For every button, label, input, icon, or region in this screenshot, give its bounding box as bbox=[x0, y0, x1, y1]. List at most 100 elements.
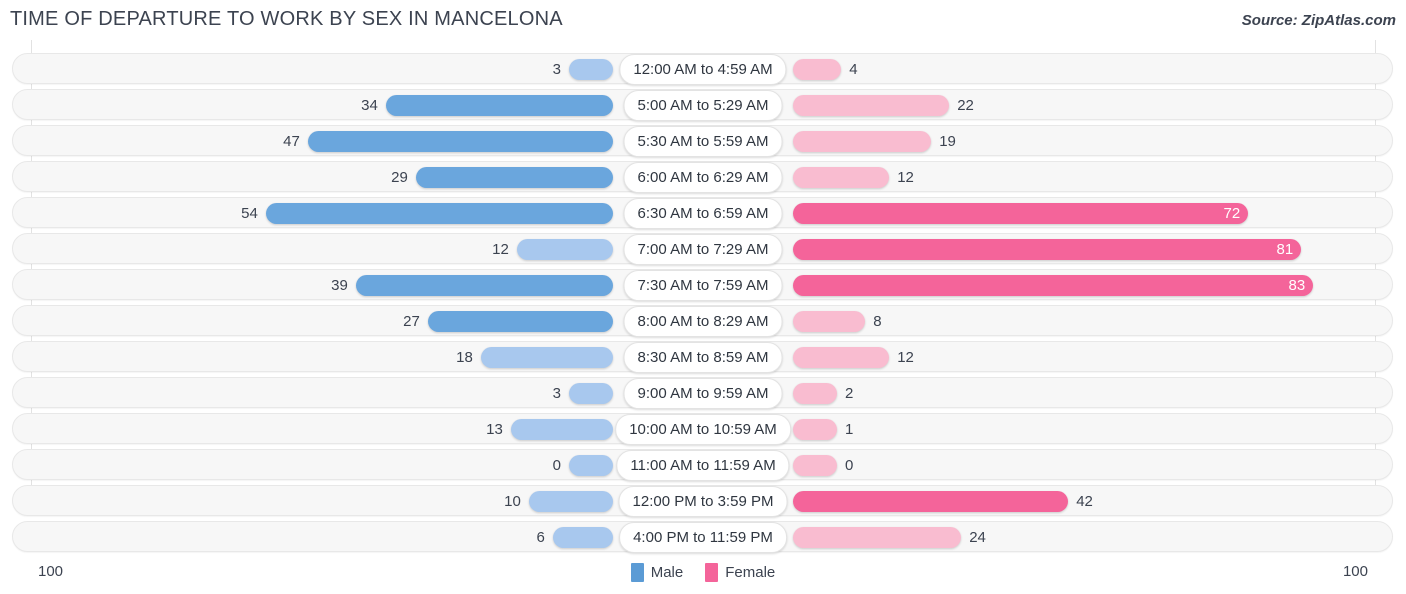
category-label: 9:00 AM to 9:59 AM bbox=[623, 378, 783, 409]
female-bar[interactable] bbox=[793, 203, 1249, 224]
female-bar[interactable] bbox=[793, 419, 837, 440]
chart-row: 6 24 4:00 PM to 11:59 PM bbox=[0, 519, 1406, 555]
category-label: 11:00 AM to 11:59 AM bbox=[616, 450, 790, 481]
category-label: 5:00 AM to 5:29 AM bbox=[623, 90, 783, 121]
chart-footer: 100 100 Male Female bbox=[0, 555, 1406, 594]
male-value-label: 13 bbox=[486, 421, 503, 438]
female-value-label: 12 bbox=[897, 169, 914, 186]
category-label: 12:00 PM to 3:59 PM bbox=[618, 486, 788, 517]
female-half: 4 bbox=[703, 51, 1406, 87]
female-bar[interactable] bbox=[793, 455, 837, 476]
female-bar[interactable] bbox=[793, 131, 932, 152]
male-bar[interactable] bbox=[265, 203, 613, 224]
category-label: 10:00 AM to 10:59 AM bbox=[615, 414, 791, 445]
female-value-label: 72 bbox=[1223, 205, 1241, 222]
male-bar[interactable] bbox=[307, 131, 613, 152]
male-bar[interactable] bbox=[427, 311, 613, 332]
male-bar[interactable] bbox=[385, 95, 613, 116]
male-bar[interactable] bbox=[510, 419, 613, 440]
chart-row: 47 19 5:30 AM to 5:59 AM bbox=[0, 123, 1406, 159]
male-value-label: 10 bbox=[504, 493, 521, 510]
male-half: 13 bbox=[0, 411, 703, 447]
chart-row: 18 12 8:30 AM to 8:59 AM bbox=[0, 339, 1406, 375]
legend-swatch-icon bbox=[705, 563, 719, 582]
female-half: 12 bbox=[703, 339, 1406, 375]
chart-row: 29 12 6:00 AM to 6:29 AM bbox=[0, 159, 1406, 195]
diverging-bar-chart: 3 4 12:00 AM to 4:59 AM 34 22 5:00 AM to 5:29… bbox=[0, 40, 1406, 555]
chart-row: 27 8 8:00 AM to 8:29 AM bbox=[0, 303, 1406, 339]
category-label: 4:00 PM to 11:59 PM bbox=[619, 522, 787, 553]
female-bar[interactable] bbox=[793, 59, 842, 80]
female-value-label: 1 bbox=[845, 421, 854, 438]
male-bar[interactable] bbox=[415, 167, 613, 188]
legend-item-male[interactable]: Male bbox=[630, 563, 684, 582]
male-value-label: 12 bbox=[492, 241, 509, 258]
male-half: 12 bbox=[0, 231, 703, 267]
male-bar[interactable] bbox=[528, 491, 613, 512]
male-bar[interactable] bbox=[569, 455, 613, 476]
category-label: 8:30 AM to 8:59 AM bbox=[623, 342, 783, 373]
chart-row: 13 1 10:00 AM to 10:59 AM bbox=[0, 411, 1406, 447]
chart-header: TIME OF DEPARTURE TO WORK BY SEX IN MANC… bbox=[0, 0, 1406, 40]
chart-rows: 3 4 12:00 AM to 4:59 AM 34 22 5:00 AM to 5:29… bbox=[0, 51, 1406, 555]
male-bar[interactable] bbox=[355, 275, 613, 296]
male-value-label: 39 bbox=[331, 277, 348, 294]
male-bar[interactable] bbox=[480, 347, 613, 368]
female-half: 8 bbox=[703, 303, 1406, 339]
male-half: 6 bbox=[0, 519, 703, 555]
legend-item-female[interactable]: Female bbox=[705, 563, 775, 582]
female-bar[interactable] bbox=[793, 347, 890, 368]
female-half: 81 bbox=[703, 231, 1406, 267]
female-half: 0 bbox=[703, 447, 1406, 483]
legend-label: Male bbox=[650, 564, 684, 581]
female-half: 83 bbox=[703, 267, 1406, 303]
male-bar[interactable] bbox=[552, 527, 613, 548]
male-bar[interactable] bbox=[569, 383, 613, 404]
female-bar[interactable] bbox=[793, 239, 1302, 260]
page-title: TIME OF DEPARTURE TO WORK BY SEX IN MANC… bbox=[10, 8, 563, 30]
male-half: 3 bbox=[0, 375, 703, 411]
chart-row: 54 72 6:30 AM to 6:59 AM bbox=[0, 195, 1406, 231]
female-bar[interactable] bbox=[793, 311, 866, 332]
male-half: 10 bbox=[0, 483, 703, 519]
female-bar[interactable] bbox=[793, 95, 950, 116]
female-value-label: 12 bbox=[897, 349, 914, 366]
female-value-label: 4 bbox=[849, 61, 858, 78]
category-label: 7:00 AM to 7:29 AM bbox=[623, 234, 783, 265]
female-half: 1 bbox=[703, 411, 1406, 447]
chart-row: 3 2 9:00 AM to 9:59 AM bbox=[0, 375, 1406, 411]
male-half: 3 bbox=[0, 51, 703, 87]
female-bar[interactable] bbox=[793, 167, 890, 188]
male-half: 27 bbox=[0, 303, 703, 339]
category-label: 6:30 AM to 6:59 AM bbox=[623, 198, 783, 229]
female-value-label: 83 bbox=[1288, 277, 1306, 294]
male-bar[interactable] bbox=[516, 239, 613, 260]
female-value-label: 0 bbox=[845, 457, 854, 474]
female-value-label: 24 bbox=[969, 529, 986, 546]
male-value-label: 47 bbox=[283, 133, 300, 150]
male-value-label: 3 bbox=[552, 385, 561, 402]
female-value-label: 2 bbox=[845, 385, 854, 402]
category-label: 7:30 AM to 7:59 AM bbox=[623, 270, 783, 301]
male-half: 47 bbox=[0, 123, 703, 159]
legend-label: Female bbox=[725, 564, 776, 581]
female-bar[interactable] bbox=[793, 383, 837, 404]
female-value-label: 22 bbox=[957, 97, 974, 114]
chart-row: 10 42 12:00 PM to 3:59 PM bbox=[0, 483, 1406, 519]
source-attribution: Source: ZipAtlas.com bbox=[1241, 12, 1396, 29]
female-bar[interactable] bbox=[793, 275, 1314, 296]
male-value-label: 54 bbox=[241, 205, 258, 222]
male-value-label: 29 bbox=[391, 169, 408, 186]
female-bar[interactable] bbox=[793, 527, 962, 548]
female-half: 24 bbox=[703, 519, 1406, 555]
legend-swatch-icon bbox=[630, 563, 644, 582]
female-half: 2 bbox=[703, 375, 1406, 411]
male-bar[interactable] bbox=[569, 59, 613, 80]
male-value-label: 0 bbox=[552, 457, 561, 474]
category-label: 12:00 AM to 4:59 AM bbox=[619, 54, 787, 85]
chart-row: 39 83 7:30 AM to 7:59 AM bbox=[0, 267, 1406, 303]
female-bar[interactable] bbox=[793, 491, 1069, 512]
female-half: 22 bbox=[703, 87, 1406, 123]
chart-row: 0 0 11:00 AM to 11:59 AM bbox=[0, 447, 1406, 483]
legend: Male Female bbox=[0, 563, 1406, 582]
